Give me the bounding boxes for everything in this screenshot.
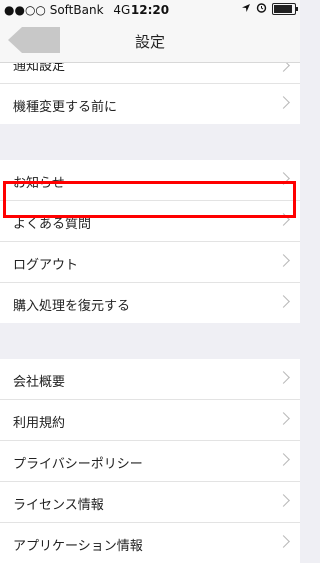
chevron-right-icon bbox=[277, 371, 290, 384]
highlight-box bbox=[3, 181, 296, 218]
settings-item-notifications[interactable]: 通知設定 bbox=[0, 63, 300, 84]
chevron-right-icon bbox=[277, 412, 290, 425]
chevron-right-icon bbox=[277, 96, 290, 109]
settings-item-label: 購入処理を復元する bbox=[13, 299, 131, 314]
settings-group-about: 会社概要 利用規約 プライバシーポリシー ライセンス情報 アプリケーション情報 bbox=[0, 359, 300, 563]
settings-item-label: ライセンス情報 bbox=[13, 498, 104, 513]
settings-item-label: アプリケーション情報 bbox=[13, 539, 143, 554]
chevron-right-icon bbox=[277, 295, 290, 308]
settings-item-app-info[interactable]: アプリケーション情報 bbox=[0, 523, 300, 563]
chevron-right-icon bbox=[277, 494, 290, 507]
battery-icon bbox=[272, 3, 298, 15]
settings-item-label: 会社概要 bbox=[13, 375, 66, 390]
settings-group-device: 通知設定 機種変更する前に bbox=[0, 63, 300, 124]
settings-item-terms[interactable]: 利用規約 bbox=[0, 400, 300, 441]
settings-item-before-device-change[interactable]: 機種変更する前に bbox=[0, 84, 300, 124]
settings-item-license[interactable]: ライセンス情報 bbox=[0, 482, 300, 523]
location-arrow-icon bbox=[241, 2, 251, 16]
settings-item-label: 通知設定 bbox=[13, 63, 66, 74]
chevron-right-icon bbox=[277, 254, 290, 267]
status-icons bbox=[241, 2, 298, 16]
settings-item-label: プライバシーポリシー bbox=[13, 457, 143, 472]
chevron-right-icon bbox=[277, 453, 290, 466]
settings-item-logout[interactable]: ログアウト bbox=[0, 242, 300, 283]
status-bar: ●●○○ SoftBank 4G 12:20 bbox=[0, 0, 300, 20]
settings-item-label: 利用規約 bbox=[13, 416, 66, 431]
page-title: 設定 bbox=[134, 33, 165, 51]
settings-item-label: 機種変更する前に bbox=[13, 100, 118, 115]
alarm-clock-icon bbox=[256, 2, 267, 16]
chevron-right-icon bbox=[277, 535, 290, 548]
settings-list: 通知設定 機種変更する前に お知らせ よくある質問 ログアウト 購入処理を復元す… bbox=[0, 63, 300, 563]
battery-level bbox=[274, 5, 292, 13]
navigation-bar: 設定 bbox=[0, 20, 300, 63]
chevron-right-icon bbox=[277, 63, 290, 72]
settings-item-restore-purchases[interactable]: 購入処理を復元する bbox=[0, 283, 300, 323]
settings-item-label: ログアウト bbox=[13, 258, 79, 273]
settings-item-privacy-policy[interactable]: プライバシーポリシー bbox=[0, 441, 300, 482]
settings-item-company[interactable]: 会社概要 bbox=[0, 359, 300, 400]
